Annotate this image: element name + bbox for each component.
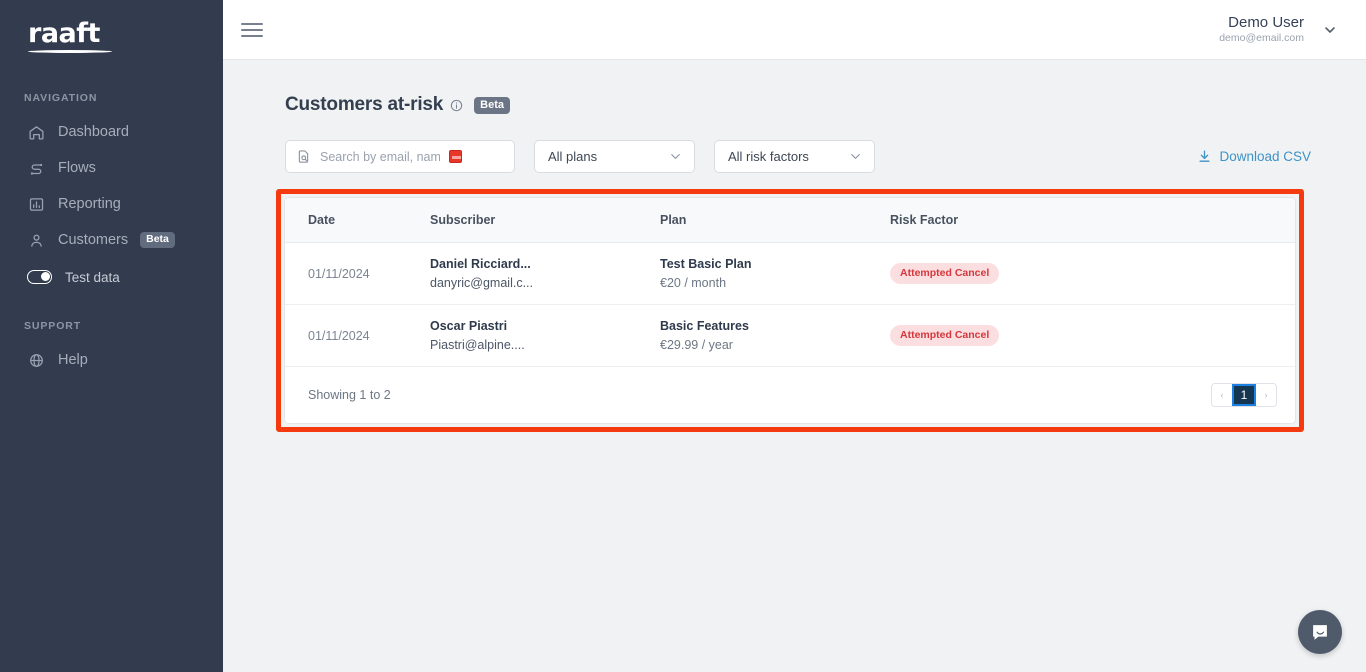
- cell-plan: Test Basic Plan €20 / month: [660, 242, 890, 305]
- download-icon: [1197, 149, 1212, 164]
- row-date: 01/11/2024: [308, 328, 370, 343]
- column-header-date[interactable]: Date: [285, 198, 430, 243]
- document-search-icon: [296, 149, 311, 164]
- top-bar: Demo User demo@email.com: [223, 0, 1366, 60]
- info-circle-icon[interactable]: [450, 99, 463, 112]
- search-box[interactable]: [285, 140, 515, 173]
- app-root: raaft NAVIGATION Dashboard Flows Reporti…: [0, 0, 1366, 672]
- table-header-row: Date Subscriber Plan Risk Factor: [285, 198, 1295, 243]
- cell-subscriber: Oscar Piastri Piastri@alpine....: [430, 304, 660, 367]
- column-header-subscriber[interactable]: Subscriber: [430, 198, 660, 243]
- pagination-page-1[interactable]: 1: [1232, 384, 1256, 406]
- filter-controls: All plans All risk factors Download C: [285, 140, 1311, 173]
- showing-count: Showing 1 to 2: [308, 388, 391, 402]
- search-cursor-marker: [449, 150, 462, 163]
- bar-chart-icon: [26, 194, 46, 214]
- nav-section-navigation-label: NAVIGATION: [24, 92, 98, 104]
- sidebar-item-customers[interactable]: Customers Beta: [0, 222, 223, 258]
- cell-plan: Basic Features €29.99 / year: [660, 304, 890, 367]
- person-icon: [26, 230, 46, 250]
- plan-filter-select[interactable]: All plans: [534, 140, 695, 173]
- chat-bubble-icon: [1309, 621, 1331, 643]
- risk-filter-value: All risk factors: [728, 149, 809, 164]
- hamburger-line: [241, 28, 263, 31]
- page-title-row: Customers at-risk Beta: [285, 94, 1311, 116]
- user-menu[interactable]: Demo User demo@email.com: [1219, 14, 1338, 46]
- sidebar-item-label: Help: [58, 352, 88, 368]
- test-data-toggle-row[interactable]: Test data: [0, 260, 223, 294]
- chat-launcher-button[interactable]: [1298, 610, 1342, 654]
- pagination: ‹ 1 ›: [1211, 383, 1277, 407]
- table-row[interactable]: 01/11/2024 Daniel Ricciard... danyric@gm…: [285, 242, 1295, 305]
- plan-filter-value: All plans: [548, 149, 598, 164]
- download-csv-label: Download CSV: [1219, 149, 1311, 164]
- customers-table-card: Date Subscriber Plan Risk Factor 01/11/2…: [284, 197, 1296, 424]
- flow-icon: [26, 158, 46, 178]
- status-badge: Beta: [140, 232, 175, 248]
- cell-date: 01/11/2024: [285, 304, 430, 367]
- plan-name: Test Basic Plan: [660, 257, 752, 271]
- beta-badge: Beta: [474, 96, 510, 114]
- subscriber-email: Piastri@alpine....: [430, 338, 525, 352]
- user-email: demo@email.com: [1219, 32, 1304, 45]
- globe-help-icon: [26, 350, 46, 370]
- table-head: Date Subscriber Plan Risk Factor: [285, 198, 1295, 243]
- column-header-plan[interactable]: Plan: [660, 198, 890, 243]
- table-body: 01/11/2024 Daniel Ricciard... danyric@gm…: [285, 242, 1295, 367]
- page-content: Customers at-risk Beta All plans: [223, 60, 1366, 432]
- hamburger-line: [241, 22, 263, 25]
- table-highlight-box: Date Subscriber Plan Risk Factor 01/11/2…: [276, 189, 1304, 432]
- sidebar-item-label: Dashboard: [58, 124, 129, 140]
- sidebar: raaft NAVIGATION Dashboard Flows Reporti…: [0, 0, 223, 672]
- test-data-label: Test data: [65, 269, 120, 285]
- logo[interactable]: raaft: [0, 0, 223, 66]
- user-text: Demo User demo@email.com: [1219, 14, 1304, 46]
- hamburger-line: [241, 34, 263, 37]
- home-icon: [26, 122, 46, 142]
- sidebar-item-dashboard[interactable]: Dashboard: [0, 114, 223, 150]
- chevron-down-icon[interactable]: [1322, 22, 1338, 38]
- subscriber-email: danyric@gmail.c...: [430, 276, 533, 290]
- table-footer: Showing 1 to 2 ‹ 1 ›: [285, 367, 1295, 423]
- hamburger-icon[interactable]: [241, 19, 263, 41]
- nav-section-support-label: SUPPORT: [24, 320, 82, 332]
- row-date: 01/11/2024: [308, 266, 370, 281]
- risk-filter-select[interactable]: All risk factors: [714, 140, 875, 173]
- logo-underline: [28, 50, 112, 53]
- logo-text: raaft: [28, 18, 100, 49]
- sidebar-item-label: Flows: [58, 160, 96, 176]
- sidebar-item-label: Customers: [58, 232, 129, 248]
- user-name: Demo User: [1228, 13, 1304, 31]
- plan-name: Basic Features: [660, 319, 749, 333]
- column-header-risk-factor[interactable]: Risk Factor: [890, 198, 1295, 243]
- cell-date: 01/11/2024: [285, 242, 430, 305]
- main-area: Demo User demo@email.com Customers at-ri…: [223, 0, 1366, 672]
- subscriber-name: Daniel Ricciard...: [430, 257, 531, 271]
- test-data-toggle[interactable]: [27, 270, 52, 284]
- customers-table: Date Subscriber Plan Risk Factor 01/11/2…: [285, 198, 1295, 367]
- download-csv-button[interactable]: Download CSV: [1197, 149, 1311, 164]
- risk-badge: Attempted Cancel: [890, 325, 1000, 346]
- cell-risk: Attempted Cancel: [890, 242, 1295, 305]
- chevron-down-icon: [668, 149, 683, 164]
- cell-subscriber: Daniel Ricciard... danyric@gmail.c...: [430, 242, 660, 305]
- plan-price: €20 / month: [660, 276, 727, 290]
- risk-badge: Attempted Cancel: [890, 263, 1000, 284]
- pagination-next-button[interactable]: ›: [1256, 384, 1276, 406]
- subscriber-name: Oscar Piastri: [430, 319, 508, 333]
- cell-risk: Attempted Cancel: [890, 304, 1295, 367]
- plan-price: €29.99 / year: [660, 338, 733, 352]
- pagination-prev-button[interactable]: ‹: [1212, 384, 1232, 406]
- toggle-knob: [40, 272, 50, 281]
- search-input[interactable]: [320, 149, 440, 164]
- sidebar-item-reporting[interactable]: Reporting: [0, 186, 223, 222]
- chevron-down-icon: [848, 149, 863, 164]
- table-row[interactable]: 01/11/2024 Oscar Piastri Piastri@alpine.…: [285, 304, 1295, 367]
- sidebar-item-label: Reporting: [58, 196, 121, 212]
- page-title: Customers at-risk: [285, 94, 444, 115]
- sidebar-item-help[interactable]: Help: [0, 342, 223, 378]
- sidebar-item-flows[interactable]: Flows: [0, 150, 223, 186]
